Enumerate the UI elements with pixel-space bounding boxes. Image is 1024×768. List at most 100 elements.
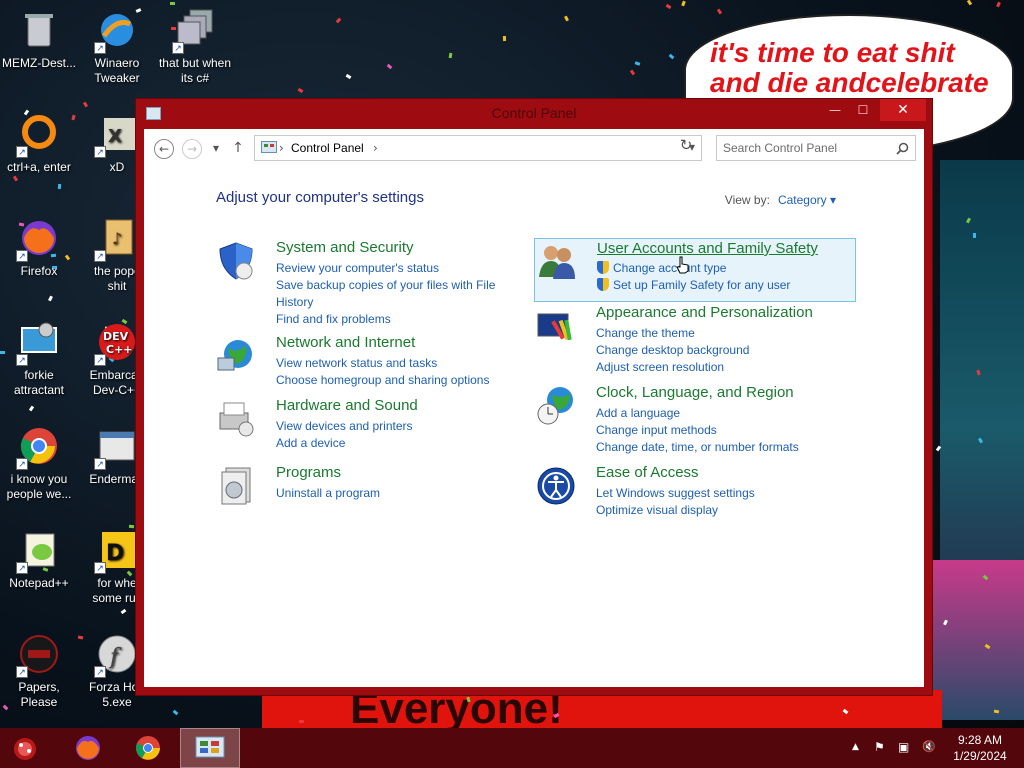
category-link[interactable]: Set up Family Safety for any user — [597, 277, 857, 294]
view-by-label: View by: — [724, 193, 770, 207]
desktop-icon-forkie[interactable]: ↗ forkie attractant — [0, 320, 78, 398]
desktop-icon-firefox[interactable]: ↗ Firefox — [0, 216, 78, 279]
taskbar-chrome[interactable] — [118, 728, 178, 768]
page-title: Adjust your computer's settings — [216, 189, 424, 206]
category-programs: Programs Uninstall a program — [216, 464, 546, 509]
address-box[interactable]: › Control Panel › ▾ — [254, 135, 702, 161]
category-hardware-sound: Hardware and Sound View devices and prin… — [216, 397, 546, 452]
svg-text:X: X — [108, 126, 122, 147]
audio-file-icon: ♪ ↗ — [94, 216, 140, 262]
notepadpp-icon: ↗ — [16, 528, 62, 574]
close-button[interactable]: ✕ — [880, 99, 926, 121]
confetti-piece — [681, 0, 686, 7]
up-button[interactable]: ↑ — [228, 139, 248, 159]
firefox-icon — [76, 736, 100, 760]
category-title[interactable]: Clock, Language, and Region — [596, 384, 794, 401]
category-link[interactable]: Let Windows suggest settings — [596, 485, 856, 502]
confetti-piece — [993, 709, 1000, 714]
category-title[interactable]: Appearance and Personalization — [596, 304, 813, 321]
desktop-icon-memz[interactable]: MEMZ-Dest... — [0, 8, 78, 71]
recent-pages-dropdown[interactable]: ▾ — [206, 139, 226, 159]
category-title[interactable]: System and Security — [276, 239, 414, 256]
breadcrumb[interactable]: Control Panel — [291, 141, 364, 155]
minimize-button[interactable]: — — [820, 99, 850, 121]
confetti-piece — [297, 87, 304, 94]
shortcut-arrow-icon: ↗ — [94, 666, 106, 678]
show-hidden-icons-button[interactable]: ▲ — [852, 742, 859, 752]
category-link[interactable]: Find and fix problems — [276, 311, 536, 328]
control-panel-icon — [261, 141, 277, 153]
confetti-piece — [629, 69, 636, 76]
shortcut-arrow-icon: ↗ — [16, 666, 28, 678]
papers-please-icon: ↗ — [16, 632, 62, 678]
speech-bubble-text: it's time to eat shit and die andcelebra… — [710, 37, 989, 98]
appearance-icon — [537, 313, 572, 341]
users-icon — [539, 246, 575, 279]
address-bar-row: ← → ▾ ↑ › Control Panel › ▾ ↻ Search Con… — [144, 129, 924, 167]
category-link[interactable]: Add a device — [276, 435, 536, 452]
desktop-icon-ctrl-a[interactable]: ↗ ctrl+a, enter — [0, 112, 78, 175]
desktop-icon-chrome[interactable]: ↗ i know you people we... — [0, 424, 78, 502]
search-icon[interactable] — [896, 142, 909, 155]
confetti-piece — [345, 73, 352, 80]
category-user-accounts[interactable]: User Accounts and Family Safety Change a… — [534, 238, 856, 302]
back-button[interactable]: ← — [154, 139, 174, 159]
forward-button[interactable]: → — [182, 139, 202, 159]
desktop-icon-papers-please[interactable]: ↗ Papers, Please — [0, 632, 78, 710]
window-app-icon: ↗ — [94, 424, 140, 470]
category-link[interactable]: Review your computer's status — [276, 260, 536, 277]
confetti-piece — [82, 101, 89, 108]
taskbar-control-panel[interactable] — [180, 728, 240, 768]
view-by-dropdown[interactable]: Category ▾ — [778, 193, 836, 207]
title-bar[interactable]: Control Panel — ☐ ✕ — [136, 99, 932, 129]
start-button[interactable] — [2, 728, 50, 768]
category-link[interactable]: Change date, time, or number formats — [596, 439, 856, 456]
network-icon[interactable]: ▣ — [898, 740, 909, 754]
maximize-button[interactable]: ☐ — [848, 99, 878, 121]
category-link[interactable]: Save backup copies of your files with Fi… — [276, 277, 536, 311]
category-link[interactable]: Uninstall a program — [276, 485, 536, 502]
category-title[interactable]: User Accounts and Family Safety — [597, 240, 818, 257]
category-link[interactable]: Choose homegroup and sharing options — [276, 372, 536, 389]
confetti-piece — [48, 295, 53, 302]
category-link[interactable]: View devices and printers — [276, 418, 536, 435]
category-title[interactable]: Programs — [276, 464, 341, 481]
desktop-icon-winaero[interactable]: ↗ Winaero Tweaker — [78, 8, 156, 86]
control-panel-content: Adjust your computer's settings View by:… — [144, 167, 924, 687]
confetti-piece — [668, 53, 675, 60]
breadcrumb-separator-icon: › — [279, 141, 284, 155]
breadcrumb-chevron-icon[interactable]: › — [373, 141, 378, 155]
confetti-piece — [966, 0, 973, 6]
taskbar-firefox[interactable] — [58, 728, 118, 768]
search-input[interactable]: Search Control Panel — [716, 135, 916, 161]
category-title[interactable]: Network and Internet — [276, 334, 415, 351]
search-placeholder: Search Control Panel — [723, 141, 838, 155]
category-link[interactable]: Change the theme — [596, 325, 856, 342]
action-center-flag-icon[interactable]: ⚑ — [874, 740, 885, 754]
confetti-piece — [12, 175, 19, 182]
category-title[interactable]: Hardware and Sound — [276, 397, 418, 414]
chrome-icon: ↗ — [16, 424, 62, 470]
category-link[interactable]: Adjust screen resolution — [596, 359, 856, 376]
category-link[interactable]: Optimize visual display — [596, 502, 856, 519]
desktop-icon-csharp[interactable]: ↗ that but when its c# — [156, 8, 234, 86]
clock[interactable]: 9:28 AM 1/29/2024 — [950, 732, 1010, 764]
category-link[interactable]: Change input methods — [596, 422, 856, 439]
category-ease-of-access: Ease of Access Let Windows suggest setti… — [536, 464, 866, 519]
programs-icon — [221, 467, 251, 505]
start-orb-icon — [14, 738, 36, 760]
category-link[interactable]: Add a language — [596, 405, 856, 422]
category-link[interactable]: Change account type — [597, 260, 857, 277]
category-link[interactable]: Change desktop background — [596, 342, 856, 359]
uac-shield-icon — [597, 278, 609, 291]
flash-icon: f ↗ — [94, 632, 140, 678]
confetti-piece — [634, 61, 641, 66]
shortcut-arrow-icon: ↗ — [94, 354, 106, 366]
refresh-button[interactable]: ↻ — [676, 136, 696, 156]
category-link[interactable]: View network status and tasks — [276, 355, 536, 372]
category-system-security: System and Security Review your computer… — [216, 239, 546, 329]
category-title[interactable]: Ease of Access — [596, 464, 699, 481]
volume-muted-icon[interactable]: 🔇 — [922, 740, 936, 753]
shield-security-icon — [219, 242, 253, 280]
desktop-icon-notepadpp[interactable]: ↗ Notepad++ — [0, 528, 78, 591]
